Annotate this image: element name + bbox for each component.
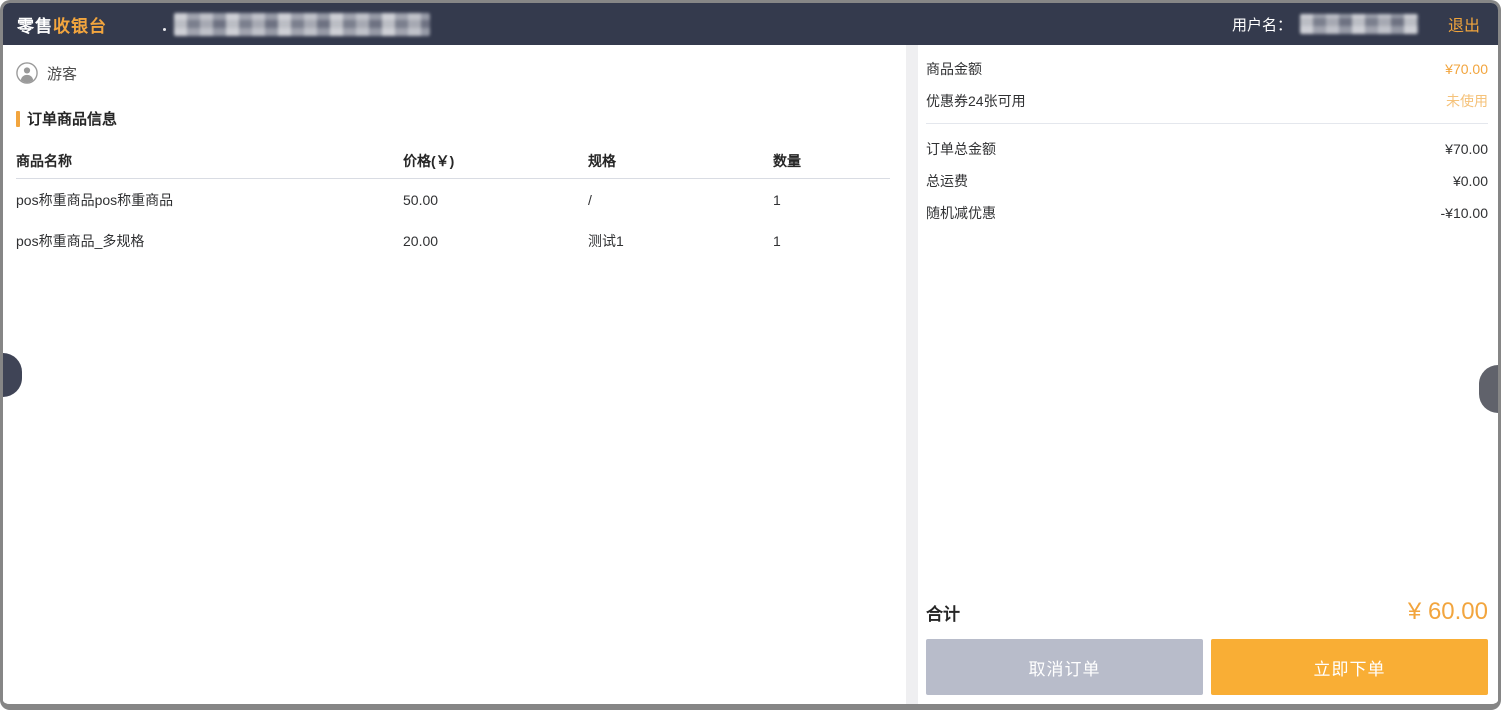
cell-spec: / bbox=[588, 192, 773, 208]
submit-order-button[interactable]: 立即下单 bbox=[1211, 639, 1488, 695]
total-row: 合计 ¥ 60.00 bbox=[926, 598, 1488, 626]
panel-divider bbox=[906, 45, 918, 704]
summary-label: 随机减优惠 bbox=[926, 203, 996, 223]
summary-label: 商品金额 bbox=[926, 59, 982, 79]
order-panel: 游客 订单商品信息 商品名称 价格(￥) 规格 数量 pos称重商品pos称重商… bbox=[3, 45, 906, 704]
app-title: 零售收银台 bbox=[17, 12, 107, 37]
summary-value: ¥70.00 bbox=[1445, 141, 1488, 157]
cell-qty: 1 bbox=[773, 233, 890, 249]
summary-label: 订单总金额 bbox=[926, 139, 996, 159]
pos-window: 零售收银台 用户名： 退出 游客 bbox=[0, 0, 1501, 710]
app-title-prefix: 零售 bbox=[17, 17, 53, 36]
order-section-title: 订单商品信息 bbox=[16, 108, 892, 129]
logout-button[interactable]: 退出 bbox=[1448, 12, 1480, 36]
username-label: 用户名： bbox=[1232, 14, 1292, 35]
header-price: 价格(￥) bbox=[403, 151, 588, 171]
table-row: pos称重商品pos称重商品 50.00 / 1 bbox=[16, 179, 890, 220]
cell-price: 20.00 bbox=[403, 233, 588, 249]
summary-panel: 商品金额 ¥70.00 优惠券24张可用 未使用 订单总金额 ¥70.00 总运… bbox=[918, 45, 1498, 704]
header-spec: 规格 bbox=[588, 151, 773, 171]
customer-row: 游客 bbox=[16, 59, 892, 87]
table-row: pos称重商品_多规格 20.00 测试1 1 bbox=[16, 220, 890, 261]
store-name-redacted bbox=[174, 13, 430, 36]
section-title-text: 订单商品信息 bbox=[27, 108, 117, 129]
topbar-right: 用户名： 退出 bbox=[1232, 12, 1480, 36]
cell-product-name: pos称重商品pos称重商品 bbox=[16, 190, 403, 210]
summary-value: ¥70.00 bbox=[1445, 61, 1488, 77]
summary-row-shipping: 总运费 ¥0.00 bbox=[926, 165, 1488, 197]
cancel-order-button[interactable]: 取消订单 bbox=[926, 639, 1203, 695]
summary-row-order-total: 订单总金额 ¥70.00 bbox=[926, 133, 1488, 165]
summary-divider bbox=[926, 123, 1488, 124]
summary-value: -¥10.00 bbox=[1441, 205, 1488, 221]
summary-row-coupon[interactable]: 优惠券24张可用 未使用 bbox=[926, 85, 1488, 117]
summary-label: 优惠券24张可用 bbox=[926, 91, 1026, 111]
cell-qty: 1 bbox=[773, 192, 890, 208]
header-qty: 数量 bbox=[773, 151, 890, 171]
store-name-dot bbox=[163, 28, 166, 31]
table-header-row: 商品名称 价格(￥) 规格 数量 bbox=[16, 143, 890, 179]
action-buttons: 取消订单 立即下单 bbox=[926, 639, 1488, 695]
order-items-table: 商品名称 价格(￥) 规格 数量 pos称重商品pos称重商品 50.00 / … bbox=[16, 143, 890, 261]
total-label: 合计 bbox=[926, 600, 960, 625]
main-content: 游客 订单商品信息 商品名称 价格(￥) 规格 数量 pos称重商品pos称重商… bbox=[3, 45, 1498, 704]
section-marker-icon bbox=[16, 111, 20, 127]
total-amount: ¥ 60.00 bbox=[1408, 598, 1488, 626]
avatar-icon bbox=[16, 62, 38, 84]
summary-row-random-discount: 随机减优惠 -¥10.00 bbox=[926, 197, 1488, 229]
cell-product-name: pos称重商品_多规格 bbox=[16, 231, 403, 251]
username-redacted bbox=[1300, 14, 1418, 34]
cell-spec: 测试1 bbox=[588, 231, 773, 251]
summary-value: ¥0.00 bbox=[1453, 173, 1488, 189]
header-product-name: 商品名称 bbox=[16, 151, 403, 171]
summary-label: 总运费 bbox=[926, 171, 968, 191]
customer-name: 游客 bbox=[47, 63, 77, 84]
cell-price: 50.00 bbox=[403, 192, 588, 208]
flex-spacer bbox=[926, 229, 1488, 598]
summary-row-goods-amount: 商品金额 ¥70.00 bbox=[926, 53, 1488, 85]
app-title-suffix: 收银台 bbox=[53, 17, 107, 36]
coupon-status: 未使用 bbox=[1446, 91, 1488, 111]
topbar: 零售收银台 用户名： 退出 bbox=[3, 3, 1498, 45]
